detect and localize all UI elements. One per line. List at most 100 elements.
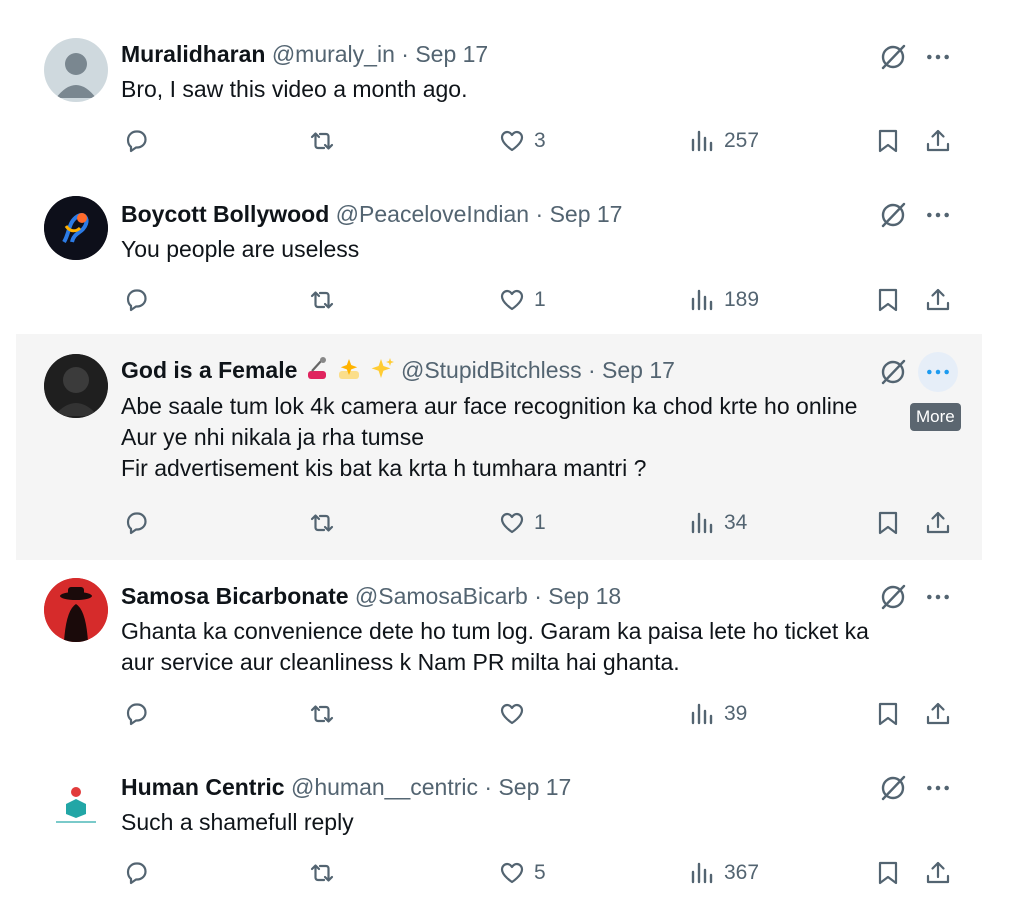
tweet-header: Boycott Bollywood @PeaceloveIndian · Sep… [121, 200, 622, 228]
more-button[interactable] [918, 577, 958, 617]
reply-button[interactable] [122, 508, 158, 538]
reply-icon [126, 289, 147, 312]
display-name[interactable]: Samosa Bicarbonate [121, 583, 349, 609]
reply-icon [126, 862, 147, 885]
more-button[interactable] [918, 352, 958, 392]
repost-button[interactable] [308, 699, 344, 729]
timestamp[interactable]: Sep 17 [415, 41, 488, 67]
tweet-text-line: Bro, I saw this video a month ago. [121, 76, 468, 102]
tweet-header: God is a Female @StupidBitchless · Sep 1… [121, 356, 675, 384]
like-count: 5 [534, 861, 546, 884]
tweet-muralidharan[interactable]: Muralidharan @muraly_in · Sep 17 Bro, I … [16, 20, 982, 170]
like-count: 1 [534, 288, 546, 311]
handle[interactable]: @SamosaBicarb [355, 583, 528, 609]
display-name[interactable]: Human Centric [121, 774, 285, 800]
like-button[interactable]: 1 [498, 285, 546, 315]
avatar[interactable] [44, 38, 108, 102]
handle[interactable]: @StupidBitchless [401, 357, 582, 383]
timestamp[interactable]: Sep 17 [550, 201, 623, 227]
avatar-photo-icon [44, 354, 108, 418]
share-button[interactable] [924, 285, 952, 315]
avatar[interactable] [44, 770, 108, 834]
bookmark-icon [878, 511, 898, 535]
display-name[interactable]: Muralidharan [121, 41, 265, 67]
timestamp[interactable]: Sep 17 [498, 774, 571, 800]
share-button[interactable] [924, 508, 952, 538]
heart-icon [500, 703, 524, 725]
display-name[interactable]: God is a Female [121, 357, 297, 383]
handle[interactable]: @muraly_in [272, 41, 395, 67]
repost-button[interactable] [308, 126, 344, 156]
grok-icon[interactable] [878, 357, 908, 387]
bookmark-button[interactable] [874, 699, 902, 729]
more-icon [927, 54, 949, 60]
sparkle-emoji-icon [339, 359, 360, 379]
views-button[interactable]: 189 [688, 285, 759, 315]
view-count: 257 [724, 129, 760, 152]
separator: · [535, 201, 544, 227]
grok-icon[interactable] [878, 582, 908, 612]
share-icon [926, 861, 950, 884]
like-button[interactable]: 3 [498, 126, 546, 156]
display-name[interactable]: Boycott Bollywood [121, 201, 329, 227]
repost-button[interactable] [308, 858, 344, 888]
heart-icon [500, 289, 524, 311]
tweet-text-line: Abe saale tum lok 4k camera aur face rec… [121, 393, 858, 419]
tweet-text-line: Aur ye nhi nikala ja rha tumse [121, 424, 424, 450]
tweet-samosa-bicarbonate[interactable]: Samosa Bicarbonate @SamosaBicarb · Sep 1… [16, 560, 982, 756]
avatar[interactable] [44, 196, 108, 260]
reply-icon [126, 703, 147, 726]
tweet-header: Samosa Bicarbonate @SamosaBicarb · Sep 1… [121, 582, 621, 610]
views-icon [691, 862, 713, 884]
views-icon [691, 289, 713, 311]
more-tooltip: More [910, 403, 961, 431]
tweet-human-centric[interactable]: Human Centric @human__centric · Sep 17 S… [16, 752, 982, 902]
share-button[interactable] [924, 858, 952, 888]
bookmark-button[interactable] [874, 858, 902, 888]
views-button[interactable]: 367 [688, 858, 759, 888]
handle[interactable]: @PeaceloveIndian [336, 201, 529, 227]
repost-button[interactable] [308, 285, 344, 315]
tweet-boycott-bollywood[interactable]: Boycott Bollywood @PeaceloveIndian · Sep… [16, 178, 982, 328]
view-count: 39 [724, 702, 748, 725]
bookmark-icon [878, 702, 898, 726]
like-button[interactable] [498, 699, 534, 729]
more-button[interactable] [918, 37, 958, 77]
repost-button[interactable] [308, 508, 344, 538]
like-button[interactable]: 5 [498, 858, 546, 888]
grok-icon[interactable] [878, 773, 908, 803]
tweet-god-is-a-female[interactable]: God is a Female @StupidBitchless · Sep 1… [16, 334, 982, 560]
reply-button[interactable] [122, 858, 158, 888]
avatar[interactable] [44, 578, 108, 642]
view-count: 34 [724, 511, 748, 534]
separator: · [534, 583, 542, 609]
heart-icon [500, 862, 524, 884]
tweet-text: Ghanta ka convenience dete ho tum log. G… [121, 616, 869, 678]
action-bar: 5 367 [16, 858, 982, 888]
tweet-text-line: Ghanta ka convenience dete ho tum log. G… [121, 618, 869, 644]
like-count: 1 [534, 511, 546, 534]
share-icon [926, 511, 950, 534]
bookmark-button[interactable] [874, 508, 902, 538]
timestamp[interactable]: Sep 18 [548, 583, 621, 609]
more-button[interactable] [918, 768, 958, 808]
share-button[interactable] [924, 126, 952, 156]
bookmark-button[interactable] [874, 285, 902, 315]
views-button[interactable]: 34 [688, 508, 747, 538]
views-button[interactable]: 257 [688, 126, 759, 156]
like-button[interactable]: 1 [498, 508, 546, 538]
bookmark-button[interactable] [874, 126, 902, 156]
grok-icon[interactable] [878, 200, 908, 230]
reply-button[interactable] [122, 285, 158, 315]
views-button[interactable]: 39 [688, 699, 747, 729]
reply-button[interactable] [122, 699, 158, 729]
share-button[interactable] [924, 699, 952, 729]
handle[interactable]: @human__centric [291, 774, 478, 800]
separator: · [401, 41, 409, 67]
reply-button[interactable] [122, 126, 158, 156]
more-button[interactable] [918, 195, 958, 235]
timestamp[interactable]: Sep 17 [602, 357, 675, 383]
avatar[interactable] [44, 354, 108, 418]
action-bar: 1 34 [16, 508, 982, 538]
grok-icon[interactable] [878, 42, 908, 72]
